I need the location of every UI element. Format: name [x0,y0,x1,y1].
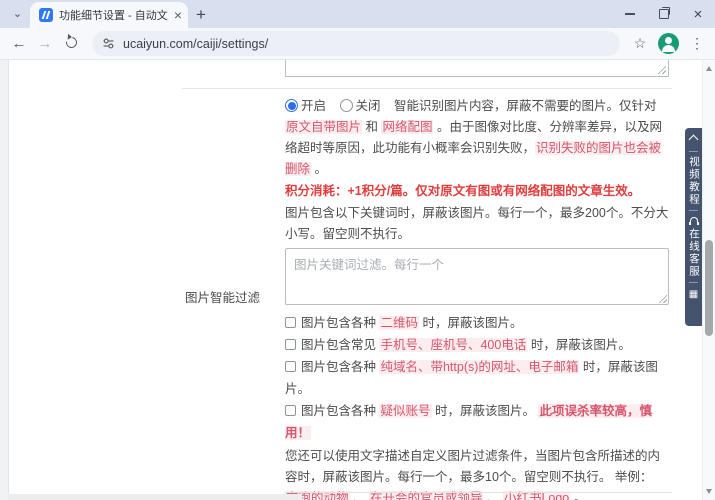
reload-button[interactable] [58,31,84,57]
tab-strip: ⌄ 功能细节设置 - 自动文章采集 × + × [0,0,715,28]
keyword-filter-textarea[interactable] [285,248,669,305]
chevron-up-icon[interactable] [688,134,699,145]
reload-icon [63,34,79,50]
close-button[interactable]: × [681,0,715,28]
headset-icon [688,217,699,225]
tab-close-icon[interactable]: × [174,8,182,22]
panel-divider [689,210,698,211]
minimize-button[interactable] [613,0,647,28]
scrollbar-down-arrow[interactable] [706,489,712,494]
radio-option-on[interactable]: 开启 [285,99,326,113]
smart-recognition-paragraph: 开启 关闭 智能识别图片内容，屏蔽不需要的图片。仅针对 原文自带图片 和 网络配… [285,96,669,180]
back-button[interactable]: ← [6,31,32,57]
image-filter-checkbox-group: 图片包含各种 二维码 时，屏蔽该图片。 图片包含常见 手机号、座机号、400电话… [285,312,669,444]
form-row-divider [182,88,672,89]
menu-kebab-button[interactable]: ⋮ [685,32,709,56]
qr-code-icon[interactable]: ▦ [689,290,698,300]
textarea-partial-top[interactable] [285,60,669,77]
keyword-filter-field-wrap [285,248,669,305]
resize-handle-icon[interactable] [657,65,666,74]
form-main-column: 开启 关闭 智能识别图片内容，屏蔽不需要的图片。仅针对 原文自带图片 和 网络配… [285,96,669,500]
keyword-filter-hint: 图片包含以下关键词时，屏蔽该图片。每行一个，最多200个。不分大小写。留空则不执… [285,206,669,241]
chevron-down-icon: ⌄ [12,8,23,20]
site-settings-icon [103,38,114,49]
floating-help-panel[interactable]: 视频教程 在线客服 ▦ [685,128,702,326]
forward-button[interactable]: → [32,31,58,57]
window-controls: × [613,0,715,28]
radio-on-icon[interactable] [285,99,298,112]
row-label-image-smart-filter: 图片智能过滤 [185,291,261,305]
panel-divider [689,151,698,152]
checkbox-icon[interactable] [285,317,296,328]
close-icon: × [693,5,703,23]
radio-off-icon[interactable] [339,99,353,112]
checkbox-row-suspected-account[interactable]: 图片包含各种 疑似账号 时，屏蔽该图片。 此项误杀率较高，慎用！ [285,400,669,444]
checkbox-icon[interactable] [285,405,296,416]
browser-window: ⌄ 功能细节设置 - 自动文章采集 × + × ← → ucaiyun.com/… [0,0,715,500]
browser-toolbar: ← → ucaiyun.com/caiji/settings/ ☆ ⋮ [0,28,715,60]
page-content: 图片智能过滤 开启 关闭 智能识别图片内容，屏蔽不需要的图片。仅针对 原文自带图… [0,60,715,500]
restore-button[interactable] [647,0,681,28]
scrollbar-up-arrow[interactable] [706,66,712,71]
points-cost-note: 积分消耗：+1积分/篇。仅对原文有图或有网络配图的文章生效。 [285,184,641,198]
online-service-link[interactable]: 在线客服 [685,228,702,278]
new-tab-button[interactable]: + [196,6,206,23]
address-bar[interactable]: ucaiyun.com/caiji/settings/ [92,31,620,56]
url-text: ucaiyun.com/caiji/settings/ [123,36,269,51]
tab-favicon-icon [39,8,53,22]
panel-divider [689,282,698,283]
tab-title: 功能细节设置 - 自动文章采集 [59,10,168,22]
form-row-divider-bottom [285,492,672,493]
radio-option-off[interactable]: 关闭 [339,99,381,113]
checkbox-row-phone[interactable]: 图片包含常见 手机号、座机号、400电话 时，屏蔽该图片。 [285,334,669,356]
checkbox-icon[interactable] [285,339,296,350]
video-tutorial-link[interactable]: 视频教程 [685,156,702,206]
browser-tab[interactable]: 功能细节设置 - 自动文章采集 × [30,2,188,28]
left-edge-strip [0,60,9,500]
page-scrollbar[interactable] [702,60,715,500]
tab-search-button[interactable]: ⌄ [9,6,26,23]
profile-avatar[interactable] [658,33,679,54]
checkbox-row-domain-email[interactable]: 图片包含各种 纯域名、带http(s)的网址、电子邮箱 时，屏蔽该图片。 [285,356,669,400]
minimize-icon [625,13,635,15]
bottom-edge-strip [8,494,302,500]
checkbox-icon[interactable] [285,361,296,372]
scrollbar-thumb[interactable] [705,240,713,336]
restore-icon [659,6,671,19]
bookmark-star-button[interactable]: ☆ [628,32,652,56]
checkbox-row-qrcode[interactable]: 图片包含各种 二维码 时，屏蔽该图片。 [285,312,669,334]
